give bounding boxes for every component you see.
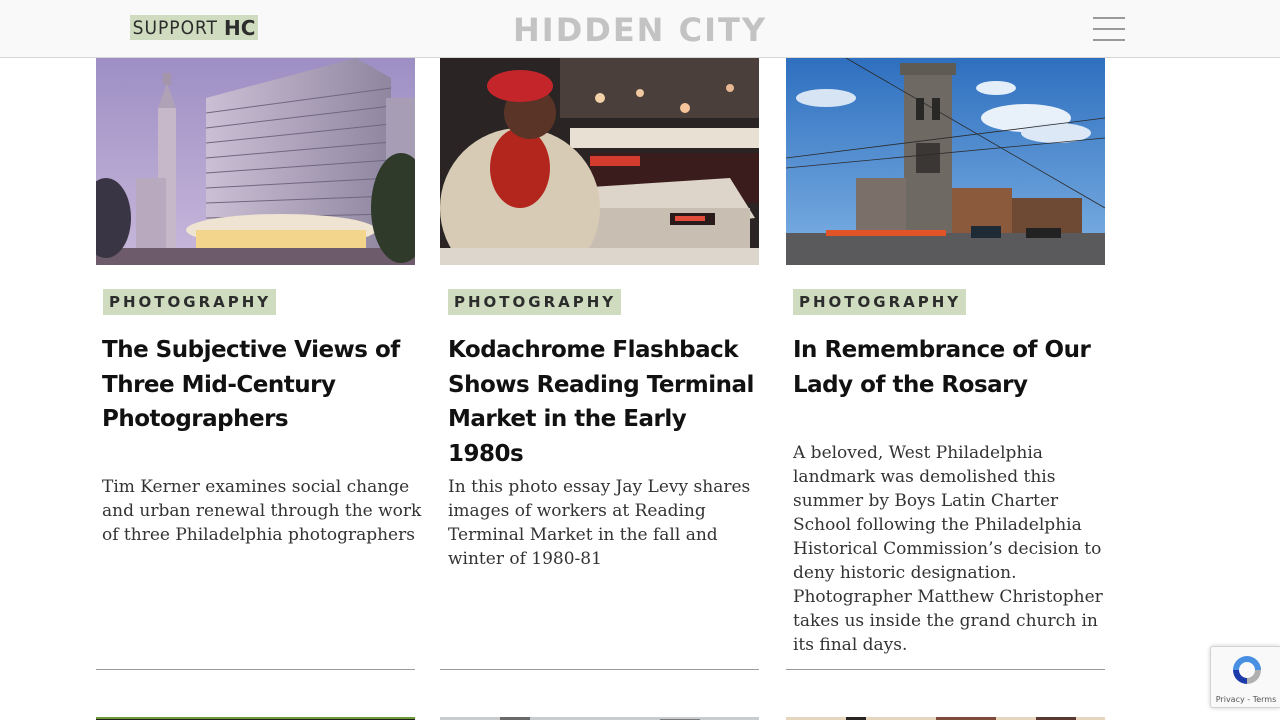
excerpt-line: deny historic designation. [793, 563, 1017, 583]
hamburger-menu-icon[interactable] [1090, 12, 1128, 46]
article-image-our-lady-of-the-rosary[interactable] [786, 58, 1105, 265]
excerpt-line: winter of 1980-81 [448, 549, 602, 569]
excerpt-line: landmark was demolished this [793, 467, 1056, 487]
excerpt-line: Photographer Matthew Christopher [793, 587, 1103, 607]
article-title-line[interactable]: Market in the Early 1980s [448, 402, 768, 471]
excerpt-line: Terminal Market in the fall and [448, 525, 718, 545]
article-title-line[interactable]: Photographers [102, 402, 422, 437]
card-divider [96, 669, 415, 670]
recaptcha-icon [1233, 656, 1261, 684]
article-title[interactable]: The Subjective Views of Three Mid-Centur… [102, 333, 422, 437]
next-article-image[interactable] [96, 711, 415, 720]
card-divider [440, 669, 759, 670]
recaptcha-badge[interactable]: Privacy - Terms [1210, 646, 1280, 708]
article-title-line[interactable]: Lady of the Rosary [793, 368, 1113, 403]
excerpt-line: School following the Philadelphia [793, 515, 1082, 535]
excerpt-line: A beloved, West Philadelphia [793, 443, 1043, 463]
next-article-image[interactable] [786, 711, 1105, 720]
excerpt-line: and urban renewal through the work [102, 501, 422, 521]
category-tag[interactable]: PHOTOGRAPHY [103, 289, 277, 315]
article-title[interactable]: Kodachrome Flashback Shows Reading Termi… [448, 333, 768, 471]
excerpt-line: Historical Commission’s decision to [793, 539, 1102, 559]
next-article-image[interactable] [440, 711, 759, 720]
site-header: SUPPORT HC HIDDEN CITY [0, 0, 1280, 58]
excerpt-line: of three Philadelphia photographers [102, 525, 415, 545]
support-label: SUPPORT [132, 16, 218, 39]
excerpt-line: Tim Kerner examines social change [102, 477, 410, 497]
article-title-line[interactable]: Kodachrome Flashback [448, 333, 768, 368]
category-tag[interactable]: PHOTOGRAPHY [793, 289, 967, 315]
excerpt-line: its final days. [793, 635, 908, 655]
article-image-mid-century-photographers[interactable] [96, 58, 415, 265]
excerpt-line: In this photo essay Jay Levy shares [448, 477, 751, 497]
card-divider [786, 669, 1105, 670]
excerpt-line: summer by Boys Latin Charter [793, 491, 1059, 511]
hidden-city-logo[interactable]: HIDDEN CITY [501, 11, 779, 49]
article-title[interactable]: In Remembrance of Our Lady of the Rosary [793, 333, 1113, 402]
excerpt-line: images of workers at Reading [448, 501, 706, 521]
category-tag[interactable]: PHOTOGRAPHY [448, 289, 622, 315]
article-title-line[interactable]: The Subjective Views of [102, 333, 422, 368]
article-excerpt: A beloved, West Philadelphia landmark wa… [793, 441, 1113, 655]
article-title-line[interactable]: Three Mid-Century [102, 368, 422, 403]
article-excerpt: Tim Kerner examines social change and ur… [102, 475, 422, 547]
recaptcha-privacy-terms-links[interactable]: Privacy - Terms [1211, 695, 1280, 704]
article-title-line[interactable]: Shows Reading Terminal [448, 368, 768, 403]
article-image-kodachrome-flashback[interactable] [440, 58, 759, 265]
support-hc-label: HC [223, 15, 256, 40]
article-excerpt: In this photo essay Jay Levy shares imag… [448, 475, 768, 571]
excerpt-line: takes us inside the grand church in [793, 611, 1098, 631]
support-hc-button[interactable]: SUPPORT HC [130, 15, 258, 40]
article-title-line[interactable]: In Remembrance of Our [793, 333, 1113, 368]
